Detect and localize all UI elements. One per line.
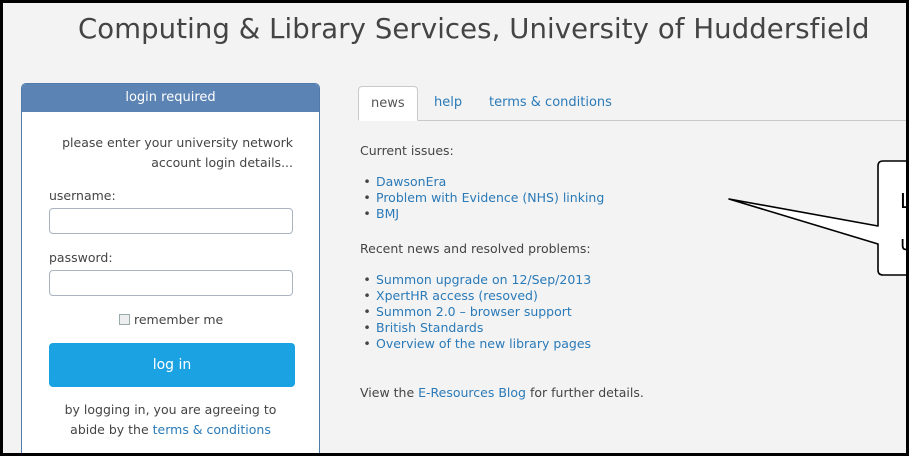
callout-text-line-1: L [900, 189, 906, 213]
callout-text-line-2: u [900, 231, 906, 255]
callout-bubble [728, 160, 906, 276]
browser-frame: Computing & Library Services, University… [0, 0, 909, 456]
